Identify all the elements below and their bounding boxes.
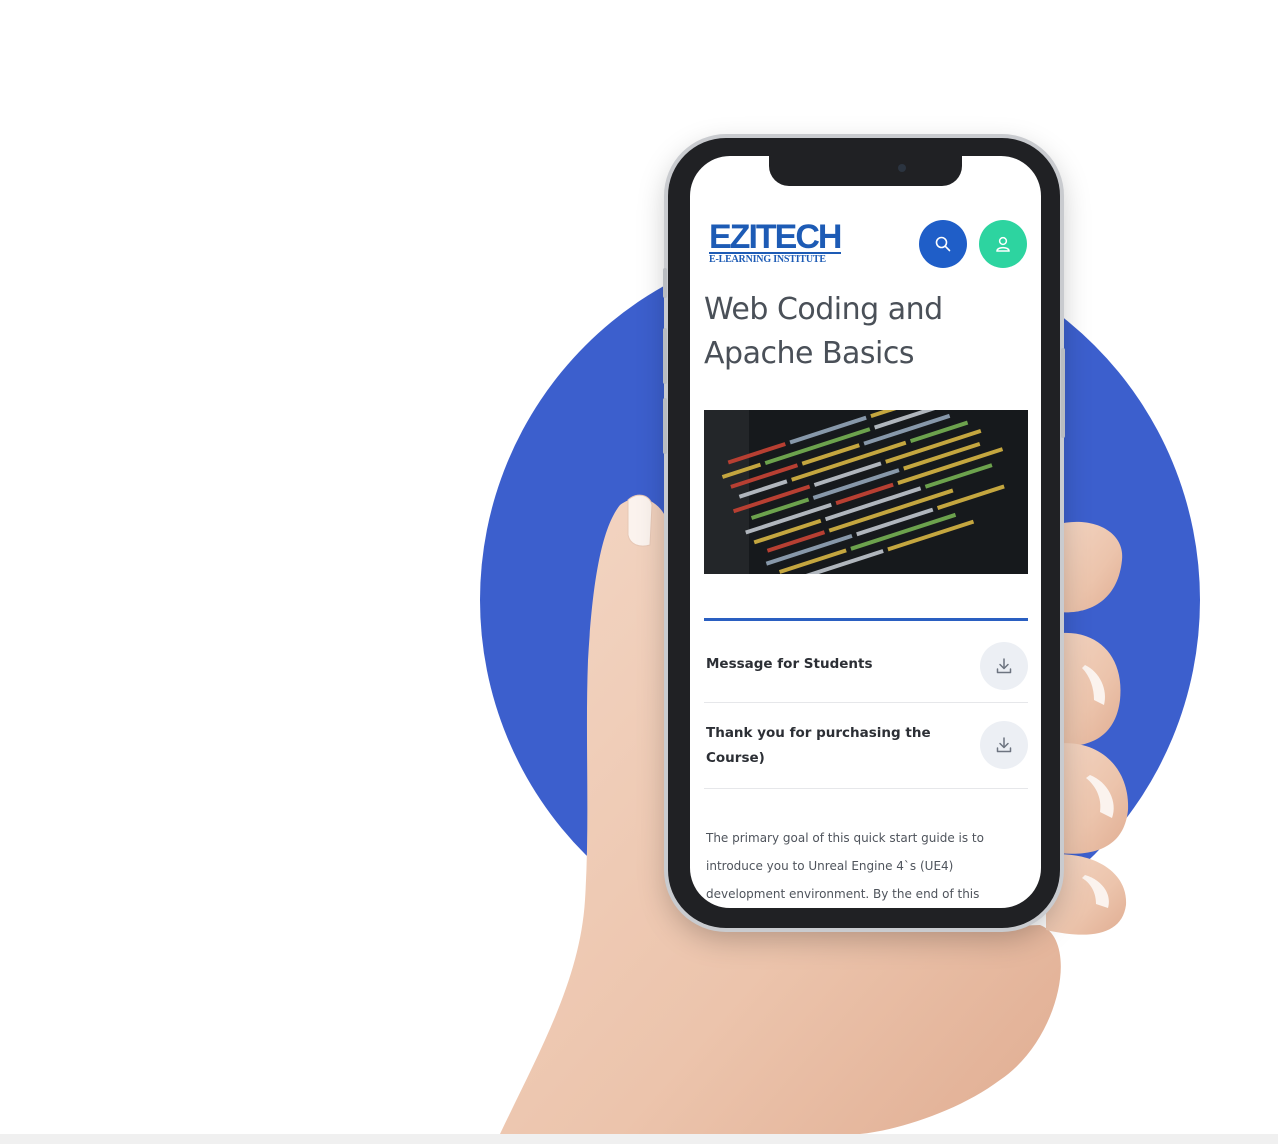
resource-item-label: Message for Students	[706, 656, 873, 672]
hand-illustration	[500, 494, 1129, 1134]
logo-wordmark: EZITECH	[709, 218, 842, 256]
brand-logo[interactable]: EZITECH E-LEARNING INSTITUTE	[709, 218, 842, 265]
section-divider	[704, 618, 1028, 621]
resource-item[interactable]: Message for Students	[704, 630, 1028, 703]
course-title: Web Coding and Apache Basics	[704, 288, 1024, 376]
mute-switch	[663, 268, 667, 298]
description-line-1: The primary goal of this quick start gui…	[706, 831, 984, 845]
finger-1	[1055, 521, 1123, 613]
resource-item-label: Thank you for purchasing the Course)	[706, 725, 931, 766]
download-button[interactable]	[980, 721, 1028, 769]
phone-screen: EZITECH E-LEARNING INSTITUTE Web Coding …	[690, 156, 1041, 908]
user-account-button[interactable]	[979, 220, 1027, 268]
power-button	[1061, 348, 1065, 438]
thumb-nail	[627, 494, 653, 547]
course-description: The primary goal of this quick start gui…	[706, 824, 1016, 908]
course-hero-image	[704, 410, 1028, 574]
download-icon	[996, 658, 1012, 674]
camera-icon	[898, 164, 906, 172]
course-title-line-2: Apache Basics	[704, 336, 915, 371]
logo-tagline: E-LEARNING INSTITUTE	[709, 252, 841, 265]
search-button[interactable]	[919, 220, 967, 268]
user-icon	[996, 236, 1010, 252]
volume-down-button	[663, 398, 667, 454]
download-button[interactable]	[980, 642, 1028, 690]
code-screen-illustration	[704, 410, 1028, 574]
phone-frame: EZITECH E-LEARNING INSTITUTE Web Coding …	[663, 138, 1065, 928]
description-line-3: development environment. By the end of t…	[706, 887, 980, 901]
course-page: EZITECH E-LEARNING INSTITUTE Web Coding …	[690, 156, 1041, 908]
finger-3	[1048, 743, 1129, 854]
course-title-line-1: Web Coding and	[704, 292, 943, 327]
download-icon	[996, 737, 1012, 753]
search-icon	[935, 236, 951, 252]
resource-item[interactable]: Thank you for purchasing the Course)	[704, 703, 1028, 789]
volume-up-button	[663, 328, 667, 384]
description-line-2: introduce you to Unreal Engine 4`s (UE4)	[706, 859, 954, 873]
notch	[769, 156, 962, 186]
